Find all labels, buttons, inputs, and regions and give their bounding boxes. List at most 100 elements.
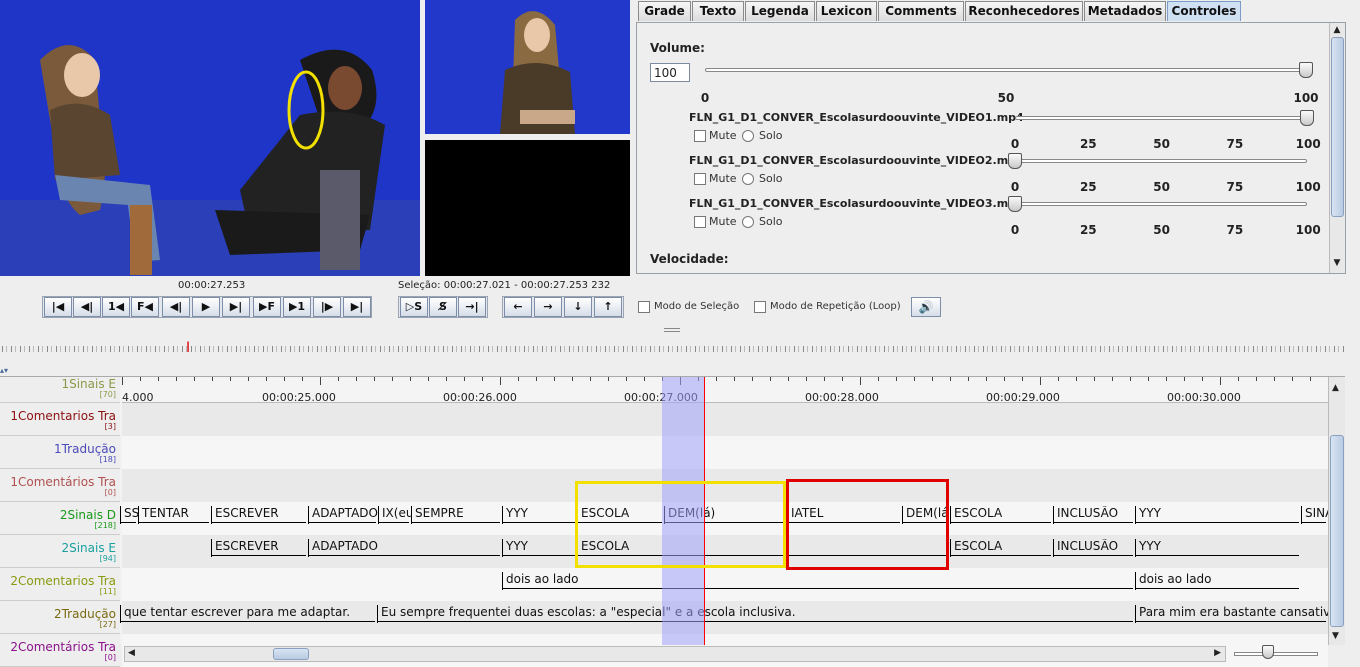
scroll-up-icon[interactable]: ▲ xyxy=(1332,383,1339,393)
go-to-begin-button[interactable]: |◀ xyxy=(44,297,72,317)
tab-texto[interactable]: Texto xyxy=(692,1,744,21)
tier-label[interactable]: 1Comentarios Tra [3] xyxy=(0,403,120,436)
tier-label[interactable]: 1Comentários Tra [0] xyxy=(0,469,120,502)
loop-mode-checkbox[interactable] xyxy=(754,301,766,313)
clear-selection-button[interactable]: S̸ xyxy=(429,297,457,317)
zoom-slider[interactable] xyxy=(1234,652,1318,656)
media-volume-thumb[interactable] xyxy=(1008,153,1022,169)
collapse-arrows-icon[interactable]: ▴▾ xyxy=(0,366,1350,375)
scroll-up-icon[interactable]: ▲ xyxy=(1331,25,1343,37)
ruler-tick xyxy=(950,377,951,381)
media-volume-slider[interactable] xyxy=(1015,159,1307,163)
speaker-icon[interactable]: 🔊 xyxy=(911,297,941,317)
ruler-tick xyxy=(860,377,861,385)
ruler-tick xyxy=(194,377,195,381)
right-arrow-button[interactable]: → xyxy=(534,297,562,317)
tier-name: 2Comentários Tra xyxy=(10,640,116,654)
mute-checkbox[interactable] xyxy=(694,173,706,185)
tab-grade[interactable]: Grade xyxy=(638,1,691,21)
tier-label[interactable]: 2Comentários Tra [0] xyxy=(0,634,120,667)
ruler-tick xyxy=(572,377,573,381)
previous-frame-button[interactable]: ◀| xyxy=(73,297,101,317)
go-to-selection-end-button[interactable]: →| xyxy=(458,297,486,317)
annotation-timeline[interactable]: 4.000 00:00:25.000 00:00:26.000 00:00:27.00… xyxy=(0,376,1345,667)
up-arrow-button[interactable]: ↑ xyxy=(594,297,622,317)
tier-row[interactable] xyxy=(122,403,1328,436)
media-volume-thumb[interactable] xyxy=(1300,110,1314,126)
yellow-highlight-box xyxy=(575,481,786,568)
splitter-handle[interactable] xyxy=(664,328,680,332)
media-scale-tick: 0 xyxy=(1010,137,1020,151)
volume-input[interactable]: 100 xyxy=(650,63,690,82)
media-file-name: FLN_G1_D1_CONVER_Escolasurdoouvinte_VIDE… xyxy=(689,154,1024,167)
ruler-tick xyxy=(392,377,393,381)
ruler-tick xyxy=(1274,377,1275,381)
tier-label[interactable]: 2Sinais E [94] xyxy=(0,535,120,568)
scroll-down-icon[interactable]: ▼ xyxy=(1331,258,1343,270)
media-volume-slider[interactable] xyxy=(1015,202,1307,206)
timeline-hscrollbar[interactable]: ◀ ▶ xyxy=(124,646,1226,662)
down-arrow-button[interactable]: ↓ xyxy=(564,297,592,317)
tier-row[interactable] xyxy=(122,436,1328,469)
tier-count: [27] xyxy=(99,620,116,629)
scroll-thumb[interactable] xyxy=(1331,37,1344,217)
hscroll-thumb[interactable] xyxy=(273,648,309,660)
solo-radio[interactable] xyxy=(742,216,754,228)
panel-scrollbar[interactable]: ▲ ▼ xyxy=(1329,23,1345,273)
annotation-line xyxy=(377,621,1133,622)
ruler-tick xyxy=(140,377,141,381)
previous-boundary-button[interactable]: ◀| xyxy=(162,297,190,317)
solo-radio[interactable] xyxy=(742,173,754,185)
mute-checkbox[interactable] xyxy=(694,216,706,228)
tier-label[interactable]: 2Tradução [27] xyxy=(0,601,120,634)
main-video-viewer[interactable] xyxy=(0,0,420,276)
annotation-line xyxy=(1301,522,1326,523)
tab-controles[interactable]: Controles xyxy=(1167,1,1241,21)
play-selection-button[interactable]: ▷S xyxy=(400,297,428,317)
tab-reconhecedores[interactable]: Reconhecedores xyxy=(965,1,1083,21)
media-scale-tick: 25 xyxy=(1079,180,1097,194)
scroll-left-icon[interactable]: ◀ xyxy=(128,648,135,658)
next-f-button[interactable]: ▶F xyxy=(253,297,281,317)
scroll-thumb[interactable] xyxy=(1330,435,1344,627)
time-ruler[interactable]: 4.000 00:00:25.000 00:00:26.000 00:00:27.00… xyxy=(122,377,1328,404)
current-time: 00:00:27.253 xyxy=(178,280,246,291)
scroll-down-icon[interactable]: ▼ xyxy=(1332,631,1339,641)
tab-legenda[interactable]: Legenda xyxy=(745,1,815,21)
next-boundary-button[interactable]: ▶| xyxy=(222,297,250,317)
ruler-tick xyxy=(1220,377,1221,385)
step-back-1-button[interactable]: 1◀ xyxy=(102,297,130,317)
left-arrow-button[interactable]: ← xyxy=(504,297,532,317)
mute-checkbox[interactable] xyxy=(694,130,706,142)
tier-label[interactable]: 1Sinais E [70] xyxy=(0,377,120,403)
play-button[interactable]: ▶ xyxy=(192,297,220,317)
cursor-marker-icon[interactable]: I xyxy=(186,340,190,356)
tab-comments[interactable]: Comments xyxy=(878,1,964,21)
tier-label[interactable]: 1Tradução [18] xyxy=(0,436,120,469)
ruler-tick xyxy=(896,377,897,381)
master-volume-slider[interactable] xyxy=(705,68,1313,72)
mute-label: Mute xyxy=(709,129,737,142)
ruler-tick xyxy=(284,377,285,381)
selection-mode-checkbox[interactable] xyxy=(638,301,650,313)
master-volume-thumb[interactable] xyxy=(1299,62,1313,78)
tier-label[interactable]: 2Sinais D [218] xyxy=(0,502,120,535)
timeline-scrollbar[interactable]: ▲ ▼ xyxy=(1328,377,1345,645)
overview-strip[interactable]: I xyxy=(0,338,1350,362)
secondary-video-viewer[interactable] xyxy=(425,0,630,134)
media-volume-slider[interactable] xyxy=(1015,116,1307,120)
tier-label[interactable]: 2Comentarios Tra [11] xyxy=(0,568,120,601)
tab-metadados[interactable]: Metadados xyxy=(1084,1,1166,21)
step-forward-1-button[interactable]: ▶1 xyxy=(283,297,311,317)
scroll-right-icon[interactable]: ▶ xyxy=(1214,648,1221,658)
ruler-tick xyxy=(1292,377,1293,381)
zoom-slider-thumb[interactable] xyxy=(1262,645,1274,659)
solo-radio[interactable] xyxy=(742,130,754,142)
selection-mode-label: Modo de Seleção xyxy=(654,301,740,312)
ruler-tick xyxy=(158,377,159,381)
go-to-end-button[interactable]: ▶| xyxy=(343,297,371,317)
previous-f-button[interactable]: F◀ xyxy=(131,297,159,317)
tab-lexicon[interactable]: Lexicon xyxy=(816,1,877,21)
media-volume-thumb[interactable] xyxy=(1008,196,1022,212)
next-frame-button[interactable]: |▶ xyxy=(313,297,341,317)
